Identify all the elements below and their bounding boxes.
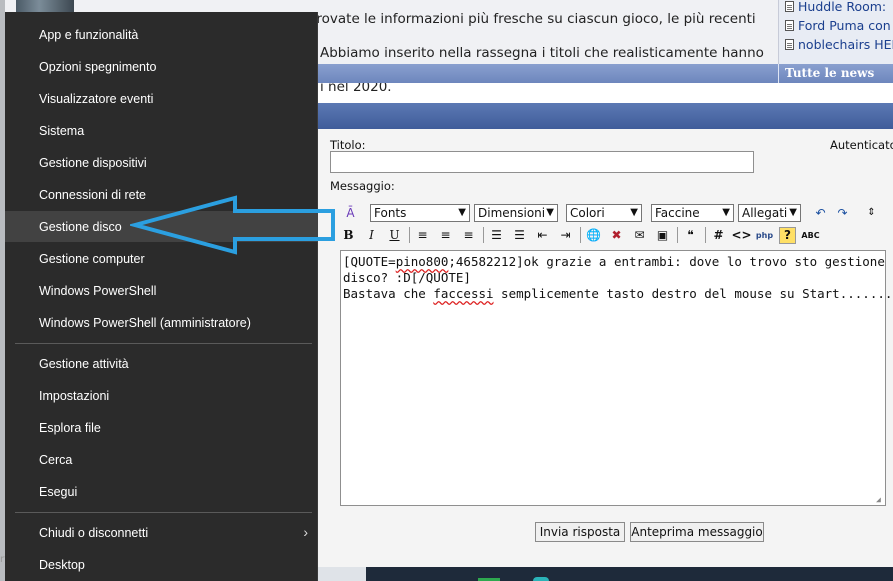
quote-icon[interactable]: ❝ <box>682 227 699 244</box>
bar-divider <box>778 64 779 83</box>
title-label: Titolo: <box>330 138 366 152</box>
message-label: Messaggio: <box>330 179 395 193</box>
format-toolbar: B I U ≡ ≡ ≡ ☰ ☰ ⇤ ⇥ 🌐 ✖ ✉ ▣ ❝ # <> php ?… <box>340 225 825 245</box>
menu-item-file-explorer[interactable]: Esplora file <box>5 412 318 443</box>
message-textarea[interactable]: [QUOTE=pino800;46582212]ok grazie a entr… <box>340 250 893 506</box>
chevron-down-icon: ▼ <box>789 207 797 218</box>
message-line: Bastava che faccessi semplicemente tasto… <box>343 286 893 301</box>
menu-item-event-viewer[interactable]: Visualizzatore eventi <box>5 83 318 114</box>
preview-message-button[interactable]: Anteprima messaggio <box>630 522 764 542</box>
smilies-select[interactable]: Faccine ▼ <box>651 204 734 222</box>
menu-item-run[interactable]: Esegui <box>5 476 318 507</box>
news-link-label[interactable]: Huddle Room: <box>798 0 886 14</box>
news-link-label[interactable]: Ford Puma con <box>798 18 891 33</box>
attachments-select[interactable]: Allegati ▼ <box>738 204 801 222</box>
insert-link-icon[interactable]: 🌐 <box>585 227 602 244</box>
bullet-list-icon[interactable]: ☰ <box>511 227 528 244</box>
font-select[interactable]: Fonts ▼ <box>370 204 470 222</box>
toolbar-divider <box>705 227 706 243</box>
size-select-value: Dimensioni <box>478 206 546 220</box>
article-thumbnail <box>16 0 74 12</box>
auth-label: Autenticato <box>830 138 893 152</box>
align-center-icon[interactable]: ≡ <box>437 227 454 244</box>
insert-email-icon[interactable]: ✉ <box>631 227 648 244</box>
menu-item-power-options[interactable]: Opzioni spegnimento <box>5 51 318 82</box>
redo-icon[interactable]: ↷ <box>834 204 851 221</box>
menu-divider <box>15 512 312 513</box>
news-link[interactable]: Huddle Room: <box>785 0 886 15</box>
reply-header-bar <box>318 103 893 129</box>
menu-item-settings[interactable]: Impostazioni <box>5 380 318 411</box>
bold-icon[interactable]: B <box>340 227 357 244</box>
smilies-select-value: Faccine <box>655 206 700 220</box>
spelling-error: pino800 <box>395 254 449 269</box>
chevron-down-icon: ▼ <box>546 207 554 218</box>
menu-item-powershell-admin[interactable]: Windows PowerShell (amministratore) <box>5 307 318 338</box>
taskbar-app-indicator[interactable] <box>533 577 549 581</box>
ordered-list-icon[interactable]: ☰ <box>488 227 505 244</box>
code-icon[interactable]: <> <box>731 227 751 244</box>
indent-icon[interactable]: ⇥ <box>557 227 574 244</box>
toolbar-divider <box>409 227 410 243</box>
menu-item-apps-features[interactable]: App e funzionalità <box>5 19 318 50</box>
attachments-select-value: Allegati <box>742 206 788 220</box>
insert-image-icon[interactable]: ▣ <box>654 227 671 244</box>
underline-icon[interactable]: U <box>386 227 403 244</box>
hash-icon[interactable]: # <box>710 227 727 244</box>
align-left-icon[interactable]: ≡ <box>414 227 431 244</box>
menu-item-label: Chiudi o disconnetti <box>39 525 149 540</box>
outdent-icon[interactable]: ⇤ <box>534 227 551 244</box>
toolbar-divider <box>483 227 484 243</box>
resize-toggle-icon[interactable]: ⇕ <box>863 204 880 221</box>
message-line: disco? :D[/QUOTE] <box>343 270 471 285</box>
news-link[interactable]: noblechairs HER <box>785 35 893 53</box>
size-select[interactable]: Dimensioni ▼ <box>474 204 558 222</box>
color-select-value: Colori <box>570 206 605 220</box>
taskbar <box>318 567 893 581</box>
document-icon <box>785 0 794 12</box>
menu-item-system[interactable]: Sistema <box>5 115 318 146</box>
news-link-label[interactable]: noblechairs HER <box>798 37 893 52</box>
news-link[interactable]: Ford Puma con <box>785 16 891 34</box>
annotation-arrow-icon <box>130 195 335 255</box>
wysiwyg-toggle-icon[interactable]: Ā <box>342 204 359 221</box>
color-select[interactable]: Colori ▼ <box>566 204 642 222</box>
document-icon <box>785 38 794 50</box>
taskbar-search-area[interactable] <box>318 567 366 581</box>
all-news-link[interactable]: Tutte le news <box>785 66 874 80</box>
remove-link-icon[interactable]: ✖ <box>608 227 625 244</box>
message-line: [QUOTE=pino800;46582212]ok grazie a entr… <box>343 254 885 269</box>
align-right-icon[interactable]: ≡ <box>460 227 477 244</box>
menu-item-device-manager[interactable]: Gestione dispositivi <box>5 147 318 178</box>
toolbar-divider <box>580 227 581 243</box>
menu-item-shutdown-signout[interactable]: Chiudi o disconnetti › <box>5 517 318 548</box>
winx-power-menu: App e funzionalità Opzioni spegnimento V… <box>5 12 318 581</box>
chevron-right-icon: › <box>303 524 308 540</box>
font-select-value: Fonts <box>374 206 407 220</box>
chevron-down-icon: ▼ <box>722 207 730 218</box>
resize-grip-icon[interactable]: ◢ <box>876 496 884 504</box>
title-input[interactable] <box>330 151 754 173</box>
document-icon <box>785 19 794 31</box>
spelling-error: faccessi <box>433 286 494 301</box>
menu-item-task-manager[interactable]: Gestione attività <box>5 348 318 379</box>
chevron-down-icon: ▼ <box>458 207 466 218</box>
help-icon[interactable]: ? <box>779 226 796 244</box>
toolbar-divider <box>677 227 678 243</box>
submit-reply-button[interactable]: Invia risposta <box>535 522 625 542</box>
spellcheck-icon[interactable]: ABC <box>801 227 819 244</box>
menu-item-search[interactable]: Cerca <box>5 444 318 475</box>
menu-divider <box>15 343 312 344</box>
menu-item-desktop[interactable]: Desktop <box>5 549 318 580</box>
undo-icon[interactable]: ↶ <box>812 204 829 221</box>
menu-item-powershell[interactable]: Windows PowerShell <box>5 275 318 306</box>
chevron-down-icon: ▼ <box>630 207 638 218</box>
php-icon[interactable]: php <box>756 227 773 244</box>
italic-icon[interactable]: I <box>363 227 380 244</box>
